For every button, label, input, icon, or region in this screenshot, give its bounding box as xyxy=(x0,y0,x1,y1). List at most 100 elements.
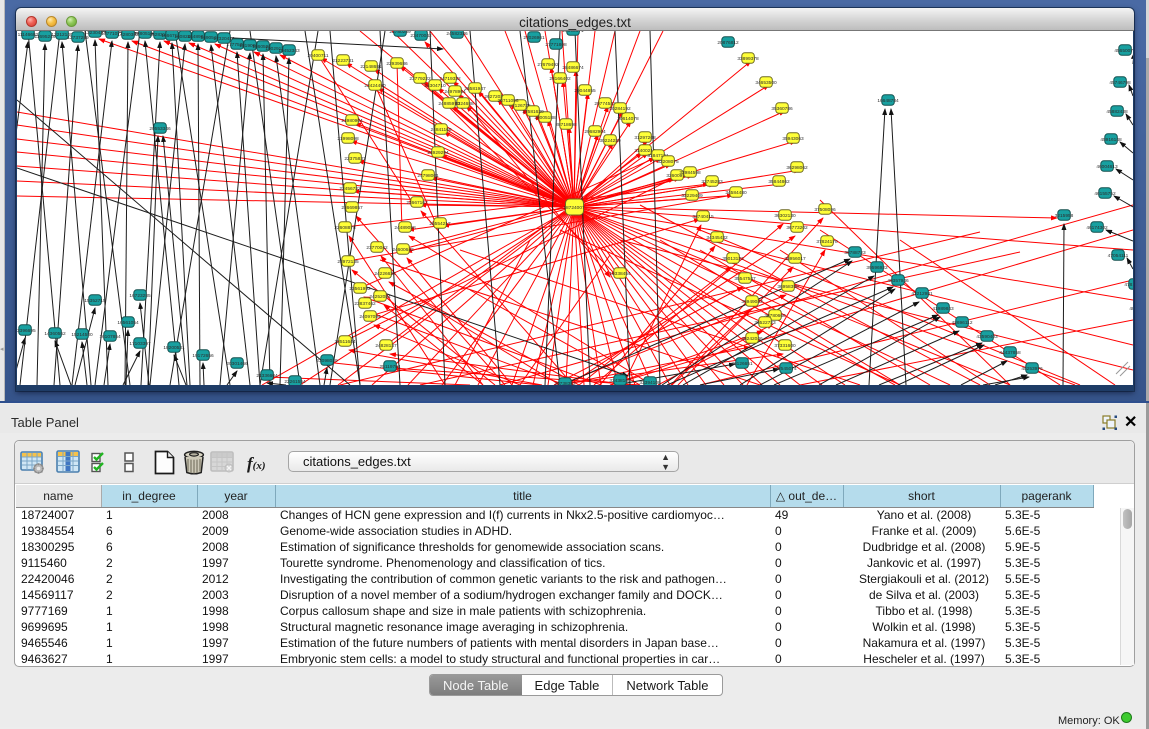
svg-text:35547547: 35547547 xyxy=(734,276,756,282)
svg-text:36298062: 36298062 xyxy=(786,165,808,171)
svg-text:23770042: 23770042 xyxy=(366,245,388,251)
svg-text:22669857: 22669857 xyxy=(341,205,363,211)
svg-text:43590403: 43590403 xyxy=(976,334,998,340)
svg-text:24304710: 24304710 xyxy=(424,83,446,89)
svg-text:28193671: 28193671 xyxy=(562,31,584,34)
svg-text:36302130: 36302130 xyxy=(774,213,796,219)
svg-text:27771808: 27771808 xyxy=(545,42,567,48)
svg-text:33394108: 33394108 xyxy=(639,380,661,385)
svg-text:36126651: 36126651 xyxy=(731,361,753,367)
svg-text:33899378: 33899378 xyxy=(737,56,759,62)
svg-text:45882438: 45882438 xyxy=(1106,109,1128,115)
svg-text:22148681: 22148681 xyxy=(360,64,382,70)
svg-text:46155752: 46155752 xyxy=(1094,191,1116,197)
svg-text:30738382: 30738382 xyxy=(554,381,576,385)
svg-text:48163232: 48163232 xyxy=(1129,306,1133,312)
svg-text:35360786: 35360786 xyxy=(771,106,793,112)
svg-text:36956017: 36956017 xyxy=(784,256,806,262)
svg-text:24719332: 24719332 xyxy=(439,76,461,82)
svg-text:31297268: 31297268 xyxy=(634,135,656,141)
svg-text:19452343: 19452343 xyxy=(278,48,300,54)
svg-text:20301466: 20301466 xyxy=(226,361,248,367)
svg-text:15352715: 15352715 xyxy=(84,298,106,304)
svg-text:42696112: 42696112 xyxy=(952,320,973,326)
svg-text:20553346: 20553346 xyxy=(149,126,171,132)
svg-text:36958390: 36958390 xyxy=(777,284,799,290)
svg-text:34653500: 34653500 xyxy=(755,80,777,86)
svg-text:34584480: 34584480 xyxy=(725,190,747,196)
svg-text:20876812: 20876812 xyxy=(717,40,739,46)
svg-text:3215958: 3215958 xyxy=(1055,213,1074,219)
svg-text:26711096: 26711096 xyxy=(498,98,519,104)
svg-text:22456722: 22456722 xyxy=(339,186,361,192)
svg-text:45746798: 45746798 xyxy=(1109,80,1131,86)
svg-text:33745283: 33745283 xyxy=(701,179,723,185)
svg-text:28718698: 28718698 xyxy=(555,122,577,128)
svg-text:24828137: 24828137 xyxy=(375,343,397,349)
svg-text:24582336: 24582336 xyxy=(446,31,468,37)
svg-text:30224230: 30224230 xyxy=(599,138,621,144)
svg-text:39596922: 39596922 xyxy=(866,265,888,271)
svg-text:25554217: 25554217 xyxy=(429,221,451,227)
svg-text:24226632: 24226632 xyxy=(374,271,396,277)
svg-text:29044855: 29044855 xyxy=(574,88,596,94)
svg-text:17103397: 17103397 xyxy=(129,341,151,347)
svg-text:29682904: 29682904 xyxy=(584,129,606,135)
svg-text:18200531: 18200531 xyxy=(163,345,185,351)
svg-text:24097094: 24097094 xyxy=(359,314,381,320)
svg-text:16723285: 16723285 xyxy=(129,293,151,299)
svg-text:35844862: 35844862 xyxy=(768,179,790,185)
svg-text:41989843: 41989843 xyxy=(932,306,954,312)
svg-text:32438160: 32438160 xyxy=(609,378,631,384)
svg-text:30614078: 30614078 xyxy=(617,116,639,122)
svg-text:28166402: 28166402 xyxy=(549,76,571,82)
svg-text:22780289: 22780289 xyxy=(389,31,411,35)
svg-text:27026961: 27026961 xyxy=(523,35,545,41)
svg-text:37508096: 37508096 xyxy=(814,207,836,213)
svg-text:45253976: 45253976 xyxy=(1021,366,1043,372)
svg-text:34345432: 34345432 xyxy=(706,235,728,241)
svg-text:23561992: 23561992 xyxy=(349,286,371,292)
svg-text:22972135: 22972135 xyxy=(337,259,359,265)
svg-text:33740415: 33740415 xyxy=(692,214,714,220)
svg-text:47054111: 47054111 xyxy=(1108,253,1129,259)
svg-text:19172656: 19172656 xyxy=(192,353,214,359)
svg-text:37545074: 37545074 xyxy=(775,366,797,372)
svg-text:22608878: 22608878 xyxy=(334,225,356,231)
svg-text:22375837: 22375837 xyxy=(344,156,366,162)
svg-text:22424490: 22424490 xyxy=(364,83,386,89)
svg-text:23511644: 23511644 xyxy=(335,339,356,345)
svg-text:37824178: 37824178 xyxy=(816,239,838,245)
svg-text:16561054: 16561054 xyxy=(117,320,139,326)
svg-text:21980904: 21980904 xyxy=(341,118,363,124)
svg-text:20400711: 20400711 xyxy=(308,53,329,59)
svg-text:16648784: 16648784 xyxy=(877,98,899,104)
svg-text:45650075: 45650075 xyxy=(1114,48,1133,54)
svg-text:18724007: 18724007 xyxy=(563,205,585,211)
svg-text:35013123: 35013123 xyxy=(722,256,744,262)
svg-text:24600642: 24600642 xyxy=(392,247,414,253)
svg-text:23470042: 23470042 xyxy=(410,33,432,39)
svg-text:15214580: 15214580 xyxy=(71,332,93,338)
svg-text:24489098: 24489098 xyxy=(394,225,416,231)
svg-text:41212981: 41212981 xyxy=(911,291,933,297)
svg-text:14360562: 14360562 xyxy=(44,331,66,337)
svg-text:25581947: 25581947 xyxy=(464,86,486,92)
svg-text:46174302: 46174302 xyxy=(1086,225,1108,231)
svg-text:25119784: 25119784 xyxy=(380,364,401,370)
svg-text:37331600: 37331600 xyxy=(774,343,796,349)
svg-text:33229409: 33229409 xyxy=(681,193,703,199)
svg-text:27679492: 27679492 xyxy=(537,62,559,68)
svg-text:24885970: 24885970 xyxy=(438,101,460,107)
svg-text:16107854: 16107854 xyxy=(99,334,121,340)
svg-text:36242046: 36242046 xyxy=(741,336,763,342)
svg-text:21336604: 21336604 xyxy=(256,373,278,379)
svg-text:30284192: 30284192 xyxy=(609,106,631,112)
svg-text:35949043: 35949043 xyxy=(741,299,763,305)
svg-text:44437858: 44437858 xyxy=(999,350,1021,356)
svg-text:21223731: 21223731 xyxy=(332,58,354,64)
svg-text:36773202: 36773202 xyxy=(786,225,808,231)
svg-text:24798061: 24798061 xyxy=(417,173,439,179)
svg-text:24978964: 24978964 xyxy=(444,89,466,95)
svg-text:27581630: 27581630 xyxy=(522,109,544,115)
